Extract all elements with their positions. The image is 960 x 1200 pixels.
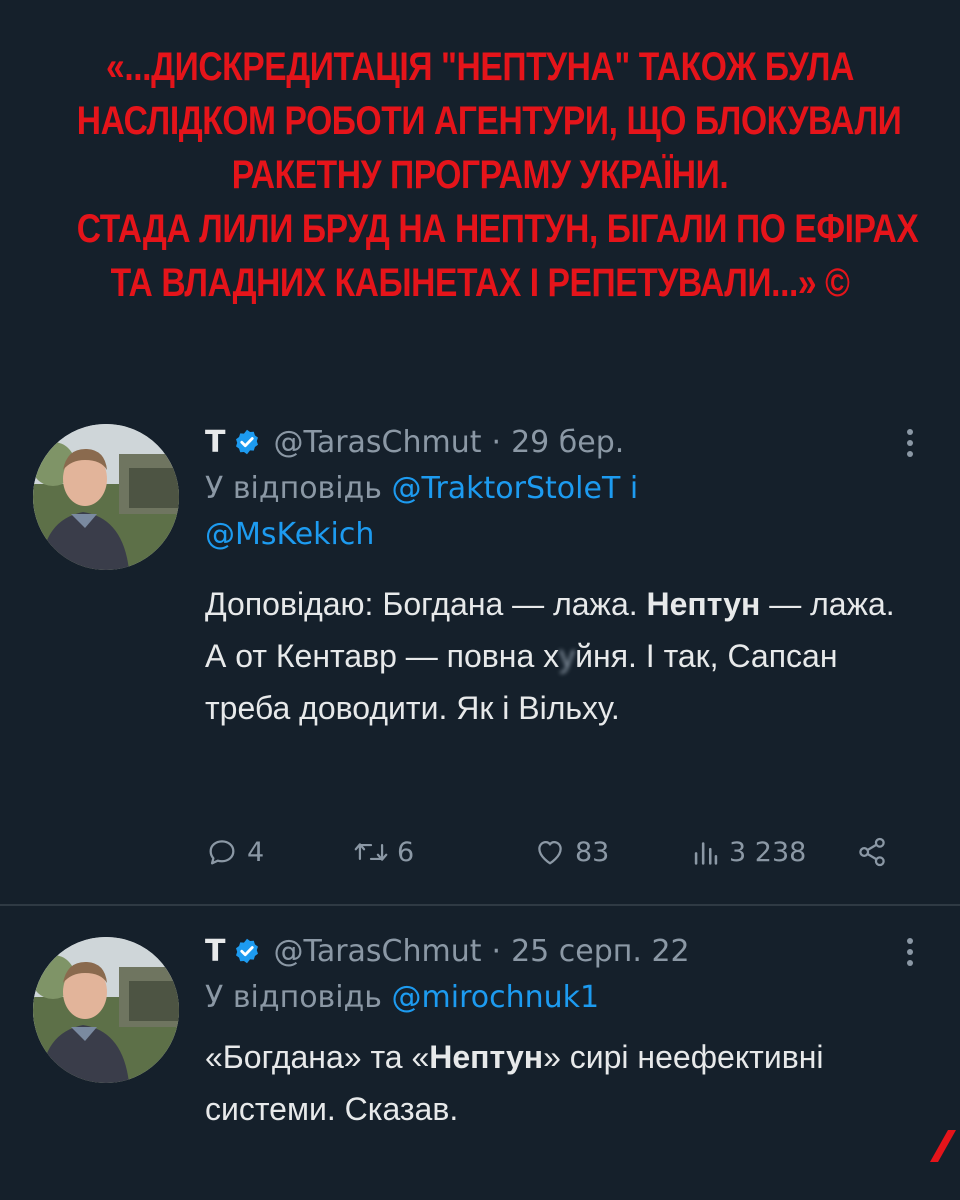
- views-button[interactable]: 3 238: [691, 830, 806, 874]
- tweet[interactable]: Т @TarasChmut · 25 серп. 22 У відповідь …: [0, 907, 960, 1200]
- retweet-count: 6: [397, 836, 415, 868]
- banner-line-5: ТА ВЛАДНИХ КАБІНЕТАХ І РЕПЕТУВАЛИ...» ©: [110, 261, 850, 305]
- tweet-text-bold: Нептун: [646, 586, 761, 622]
- views-count: 3 238: [729, 836, 807, 868]
- tweet-date[interactable]: 29 бер.: [511, 425, 624, 460]
- banner-line-4: СТАДА ЛИЛИ БРУД НА НЕПТУН, БІГАЛИ ПО ЕФІ…: [76, 207, 919, 251]
- author-handle[interactable]: @TarasChmut: [273, 425, 481, 460]
- views-icon: [694, 842, 718, 865]
- verified-badge-icon: [236, 429, 259, 455]
- tweet-text: Доповідаю: Богдана — лажа. Нептун — лажа…: [205, 578, 920, 734]
- tweet-text-part: «Богдана» та «: [205, 1039, 430, 1075]
- avatar-photo: [33, 937, 179, 1083]
- banner-line-2: НАСЛІДКОМ РОБОТИ АГЕНТУРИ, ЩО БЛОКУВАЛИ: [76, 99, 902, 143]
- retweet-icon: [354, 843, 388, 861]
- avatar[interactable]: [33, 424, 179, 570]
- logo-slash-mark: [930, 1130, 956, 1162]
- author-handle[interactable]: @TarasChmut: [273, 934, 481, 969]
- tweet-text-bold: Нептун: [429, 1039, 544, 1075]
- like-count: 83: [575, 836, 610, 868]
- reply-prefix: У відповідь: [205, 471, 382, 506]
- avatar-photo: [33, 424, 179, 570]
- mention-link[interactable]: @MsKekich: [205, 517, 374, 552]
- reply-count: 4: [247, 836, 265, 868]
- reply-button[interactable]: 4: [205, 830, 264, 874]
- reply-context: У відповідь @TraktorStoleT і @MsKekich: [205, 466, 920, 558]
- reply-icon: [209, 840, 235, 865]
- mention-link[interactable]: @mirochnuk1: [392, 980, 600, 1015]
- tweet-body: Т @TarasChmut · 25 серп. 22 У відповідь …: [205, 929, 920, 1135]
- reply-prefix: У відповідь: [205, 980, 382, 1015]
- more-vertical-icon[interactable]: [900, 935, 920, 969]
- header-separator: ·: [491, 424, 502, 460]
- more-vertical-icon[interactable]: [900, 426, 920, 460]
- author-name[interactable]: Т: [205, 934, 225, 969]
- like-button[interactable]: 83: [533, 830, 609, 874]
- header-separator: ·: [491, 933, 502, 969]
- verified-badge-icon: [236, 938, 259, 964]
- share-button[interactable]: [855, 830, 897, 874]
- share-icon: [859, 837, 885, 867]
- reply-context: У відповідь @mirochnuk1: [205, 975, 920, 1021]
- retweet-button[interactable]: 6: [353, 830, 414, 874]
- tweet-divider: [0, 904, 960, 906]
- mention-link[interactable]: @TraktorStoleT: [392, 471, 621, 506]
- tweet-header: Т @TarasChmut · 25 серп. 22: [205, 929, 920, 973]
- tweet-body: Т @TarasChmut · 29 бер. У відповідь @Tra…: [205, 420, 920, 734]
- banner-line-3: РАКЕТНУ ПРОГРАМУ УКРАЇНИ.: [231, 153, 729, 197]
- mention-conjunction: і: [629, 471, 639, 506]
- tweet-header: Т @TarasChmut · 29 бер.: [205, 420, 920, 464]
- tweet-actions: 4 6 83 3 238: [205, 830, 895, 874]
- tweet-date[interactable]: 25 серп. 22: [511, 934, 690, 969]
- author-name[interactable]: Т: [205, 425, 225, 460]
- banner-line-1: «...ДИСКРЕДИТАЦІЯ "НЕПТУНА" ТАКОЖ БУЛА: [106, 45, 854, 89]
- avatar[interactable]: [33, 937, 179, 1083]
- tweet[interactable]: Т @TarasChmut · 29 бер. У відповідь @Tra…: [0, 400, 960, 905]
- heart-icon: [538, 840, 562, 865]
- tweet-text: «Богдана» та «Нептун» сирі неефективні с…: [205, 1031, 920, 1135]
- censored-letter: у: [559, 638, 576, 674]
- quote-banner: «...ДИСКРЕДИТАЦІЯ "НЕПТУНА" ТАКОЖ БУЛА Н…: [0, 40, 960, 310]
- tweet-text-part: Доповідаю: Богдана — лажа.: [205, 586, 647, 622]
